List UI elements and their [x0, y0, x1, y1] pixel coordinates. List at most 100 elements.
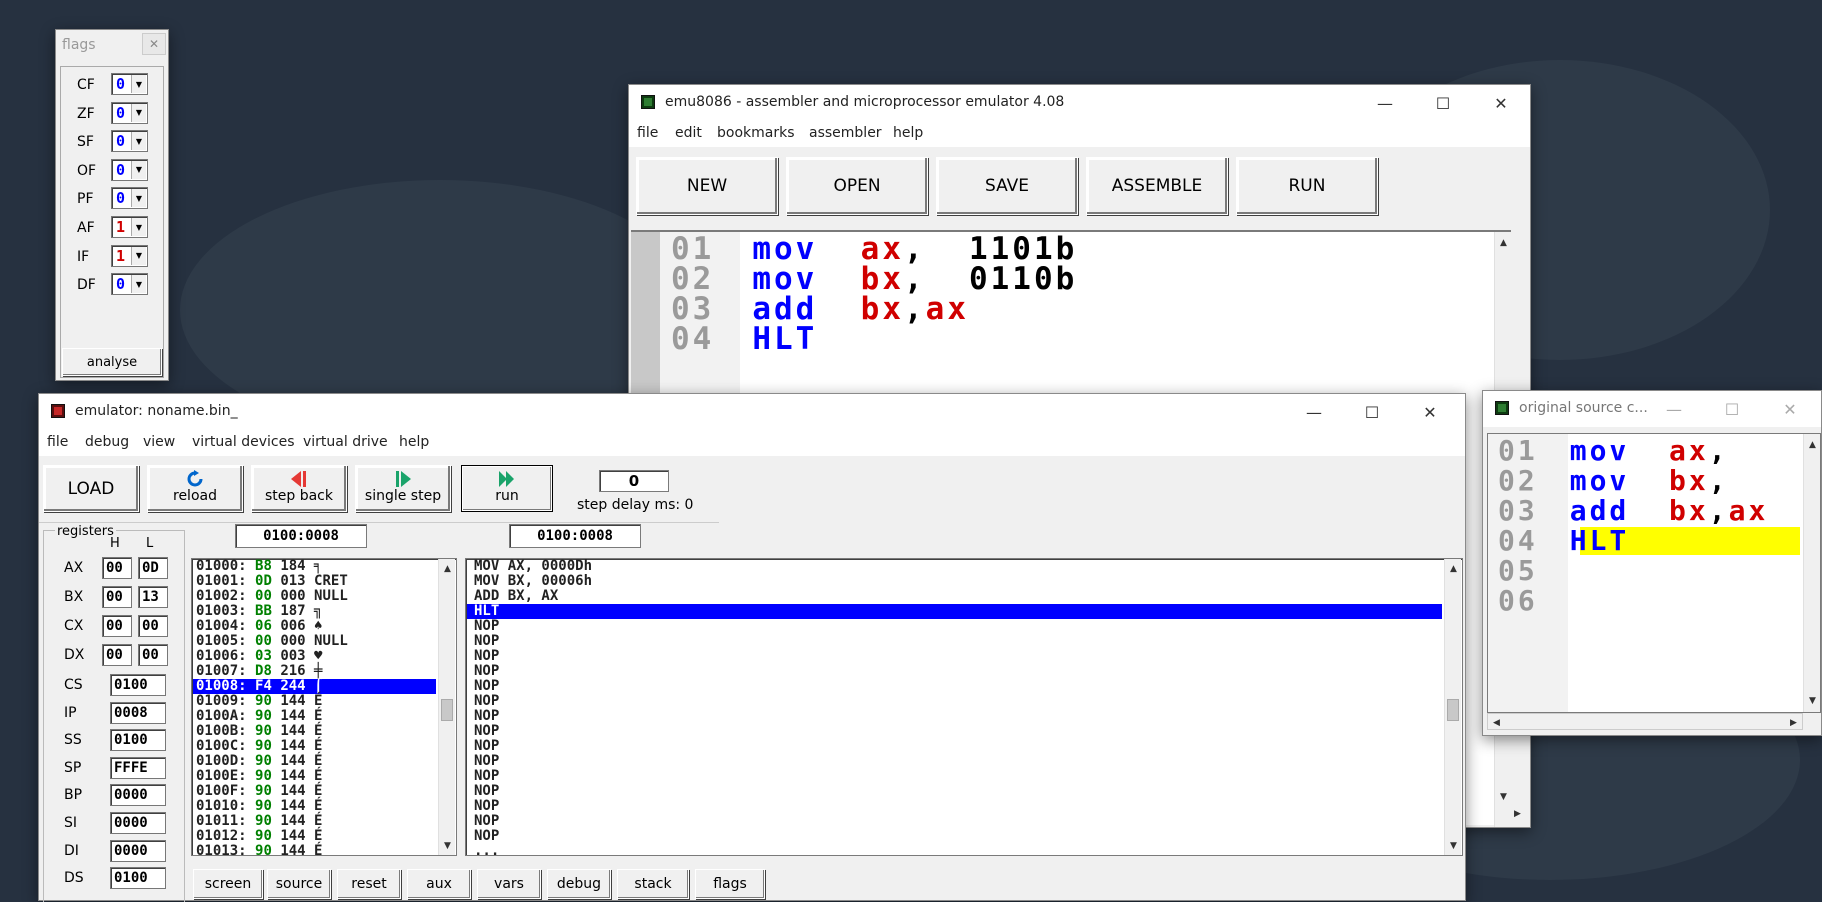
- assemble-button[interactable]: ASSEMBLE: [1086, 157, 1228, 215]
- disassembly-row[interactable]: NOP: [474, 619, 499, 634]
- register-cx-low[interactable]: 00: [138, 615, 168, 637]
- memory-row[interactable]: 01012: 90 144 É: [196, 829, 322, 844]
- flag-cf-select[interactable]: 0 ▼: [111, 73, 148, 95]
- memory-row[interactable]: 0100D: 90 144 É: [196, 754, 322, 769]
- disassembly-row[interactable]: HLT: [467, 604, 1442, 619]
- scroll-thumb[interactable]: [441, 699, 453, 721]
- source-button[interactable]: source: [267, 869, 331, 899]
- disassembly-row[interactable]: NOP: [474, 709, 499, 724]
- register-bx-high[interactable]: 00: [102, 586, 132, 608]
- vars-button[interactable]: vars: [477, 869, 541, 899]
- maximize-icon[interactable]: ☐: [1414, 85, 1472, 121]
- flags-button[interactable]: flags: [695, 869, 765, 899]
- menu-view[interactable]: view: [143, 434, 175, 450]
- menu-virtual-devices[interactable]: virtual devices: [192, 434, 295, 450]
- disassembly-row[interactable]: NOP: [474, 634, 499, 649]
- disassembly-row[interactable]: ...: [474, 844, 499, 856]
- memory-list[interactable]: 01000: B8 184 ╕ 01001: 0D 013 CRET 01002: …: [191, 558, 457, 856]
- step-delay-input[interactable]: 0: [599, 470, 669, 492]
- scroll-thumb[interactable]: [1447, 699, 1459, 721]
- scroll-right-arrow[interactable]: ▶: [1509, 805, 1526, 822]
- flag-zf-select[interactable]: 0 ▼: [111, 101, 148, 124]
- menu-virtual-drive[interactable]: virtual drive: [303, 434, 388, 450]
- disasm-vscrollbar[interactable]: ▲ ▼: [1444, 559, 1461, 855]
- register-ss-value[interactable]: 0100: [110, 729, 166, 752]
- minimize-icon[interactable]: —: [1356, 85, 1414, 121]
- memory-row[interactable]: 01011: 90 144 É: [196, 814, 322, 829]
- menu-bookmarks[interactable]: bookmarks: [717, 125, 795, 141]
- scroll-left-arrow[interactable]: ◀: [1488, 714, 1505, 731]
- flag-af-select[interactable]: 1 ▼: [111, 216, 148, 238]
- emulator-titlebar[interactable]: emulator: noname.bin_ — ☐ ✕: [39, 394, 1465, 430]
- disassembly-row[interactable]: NOP: [474, 754, 499, 769]
- disassembly-row[interactable]: NOP: [474, 694, 499, 709]
- chevron-down-icon[interactable]: ▼: [131, 75, 146, 93]
- menu-edit[interactable]: edit: [675, 125, 702, 141]
- open-button[interactable]: OPEN: [786, 157, 928, 215]
- single-step-button[interactable]: single step: [355, 465, 451, 512]
- register-dx-low[interactable]: 00: [138, 644, 168, 666]
- disassembly-row[interactable]: NOP: [474, 724, 499, 739]
- stack-button[interactable]: stack: [617, 869, 689, 899]
- disassembly-row[interactable]: NOP: [474, 649, 499, 664]
- register-dx-high[interactable]: 00: [102, 644, 132, 666]
- chevron-down-icon[interactable]: ▼: [131, 103, 146, 122]
- scroll-up-arrow[interactable]: ▲: [1445, 560, 1462, 577]
- memory-row[interactable]: 0100A: 90 144 É: [196, 709, 322, 724]
- close-icon[interactable]: ✕: [1472, 85, 1530, 121]
- disassembly-row[interactable]: ADD BX, AX: [474, 589, 558, 604]
- memory-row[interactable]: 01013: 90 144 É: [196, 844, 322, 856]
- register-ds-value[interactable]: 0100: [110, 867, 166, 890]
- memory-row[interactable]: 01005: 00 000 NULL: [196, 634, 348, 649]
- analyse-button[interactable]: analyse: [62, 348, 162, 376]
- memory-row[interactable]: 0100E: 90 144 É: [196, 769, 322, 784]
- memory-row[interactable]: 0100F: 90 144 É: [196, 784, 322, 799]
- register-ax-low[interactable]: 0D: [138, 557, 168, 579]
- memory-address-field[interactable]: 0100:0008: [235, 524, 367, 548]
- disassembly-row[interactable]: NOP: [474, 829, 499, 844]
- memory-row[interactable]: 0100C: 90 144 É: [196, 739, 322, 754]
- scroll-up-arrow[interactable]: ▲: [439, 560, 456, 577]
- register-cx-high[interactable]: 00: [102, 615, 132, 637]
- chevron-down-icon[interactable]: ▼: [131, 246, 146, 265]
- editor-hscrollbar[interactable]: ▶: [1509, 805, 1529, 822]
- minimize-icon[interactable]: —: [1285, 394, 1343, 430]
- register-si-value[interactable]: 0000: [110, 812, 166, 834]
- memory-row[interactable]: 01006: 03 003 ♥: [196, 649, 322, 664]
- memory-row[interactable]: 01010: 90 144 É: [196, 799, 322, 814]
- register-di-value[interactable]: 0000: [110, 839, 166, 862]
- memory-row[interactable]: 01007: D8 216 ╪: [196, 664, 322, 679]
- disassembly-row[interactable]: MOV AX, 0000Dh: [474, 559, 592, 574]
- new-button[interactable]: NEW: [636, 157, 778, 215]
- screen-button[interactable]: screen: [193, 869, 263, 899]
- register-cs-value[interactable]: 0100: [110, 674, 166, 696]
- close-icon[interactable]: ✕: [1401, 394, 1459, 430]
- scroll-down-arrow[interactable]: ▼: [1804, 692, 1821, 709]
- source-titlebar[interactable]: original source c... — ☐ ✕: [1483, 391, 1821, 427]
- debug-button[interactable]: debug: [547, 869, 611, 899]
- reload-button[interactable]: reload: [147, 465, 243, 512]
- disassembly-row[interactable]: NOP: [474, 814, 499, 829]
- scroll-down-arrow[interactable]: ▼: [439, 837, 456, 854]
- scroll-up-arrow[interactable]: ▲: [1495, 234, 1512, 251]
- aux-button[interactable]: aux: [407, 869, 471, 899]
- flag-if-select[interactable]: 1 ▼: [111, 244, 148, 267]
- menu-help[interactable]: help: [893, 125, 923, 141]
- memory-row[interactable]: 01001: 0D 013 CRET: [196, 574, 348, 589]
- step-back-button[interactable]: step back: [251, 465, 347, 512]
- run-button[interactable]: run: [461, 465, 553, 512]
- memory-row[interactable]: 01009: 90 144 É: [196, 694, 322, 709]
- memory-row[interactable]: 01008: F4 244 ⌠: [193, 679, 436, 694]
- disassembly-list[interactable]: MOV AX, 0000Dh MOV BX, 00006h ADD BX, AX HL…: [465, 558, 1463, 856]
- menu-file[interactable]: file: [637, 125, 658, 141]
- save-button[interactable]: SAVE: [936, 157, 1078, 215]
- register-bx-low[interactable]: 13: [138, 586, 168, 608]
- disassembly-row[interactable]: NOP: [474, 799, 499, 814]
- close-icon[interactable]: ✕: [1761, 391, 1819, 427]
- scroll-right-arrow[interactable]: ▶: [1785, 714, 1802, 731]
- menu-assembler[interactable]: assembler: [809, 125, 882, 141]
- chevron-down-icon[interactable]: ▼: [131, 160, 146, 179]
- disassembly-row[interactable]: NOP: [474, 769, 499, 784]
- flag-of-select[interactable]: 0 ▼: [111, 158, 148, 181]
- flag-df-select[interactable]: 0 ▼: [111, 273, 148, 296]
